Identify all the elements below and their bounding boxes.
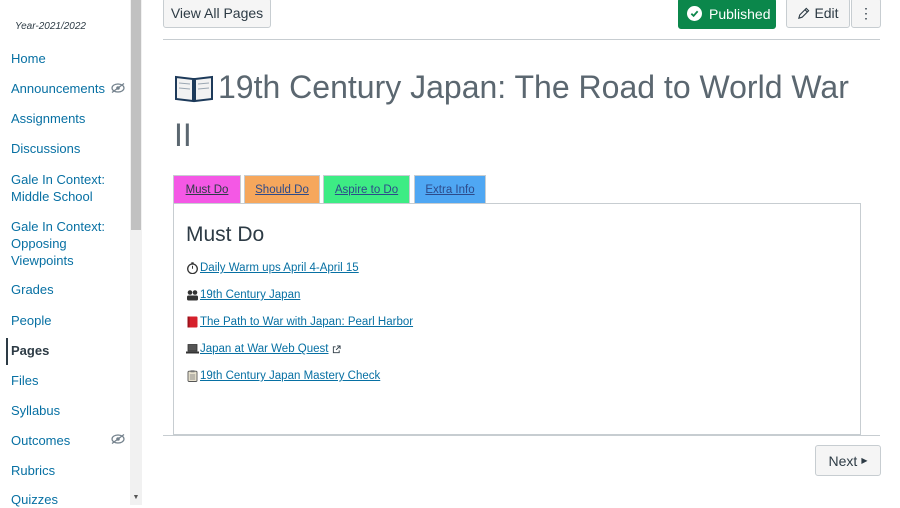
link-19th-century-japan[interactable]: 19th Century Japan <box>186 289 300 301</box>
nav-rubrics[interactable]: Rubrics <box>11 462 55 479</box>
scroll-down-arrow-icon[interactable]: ▼ <box>131 493 141 503</box>
checkmark-icon <box>687 6 702 21</box>
view-all-pages-button[interactable]: View All Pages <box>163 0 271 28</box>
link-text: 19th Century Japan Mastery Check <box>200 370 381 382</box>
nav-discussions[interactable]: Discussions <box>11 140 80 157</box>
red-book-icon <box>187 316 198 328</box>
open-book-icon <box>175 75 213 103</box>
pencil-icon <box>798 7 810 19</box>
tab-extra-info[interactable]: Extra Info <box>414 175 486 204</box>
nav-files[interactable]: Files <box>11 372 38 389</box>
page-title: 19th Century Japan: The Road to World Wa… <box>174 63 864 159</box>
nav-announcements[interactable]: Announcements <box>11 80 105 97</box>
stopwatch-icon <box>187 262 198 274</box>
link-path-to-war[interactable]: The Path to War with Japan: Pearl Harbor <box>186 316 413 328</box>
next-button[interactable]: Next ▶ <box>815 445 881 476</box>
nav-grades[interactable]: Grades <box>11 281 54 298</box>
footer-divider <box>163 435 880 436</box>
nav-home[interactable]: Home <box>11 50 46 67</box>
hidden-eye-icon <box>111 434 125 444</box>
group-icon <box>187 290 198 301</box>
edit-label: Edit <box>814 5 839 21</box>
laptop-icon <box>186 344 199 354</box>
nav-assignments[interactable]: Assignments <box>11 110 85 127</box>
edit-button[interactable]: Edit <box>786 0 850 28</box>
external-link-icon <box>333 344 342 353</box>
must-do-panel: Must Do Daily Warm ups April 4-April 15 … <box>173 203 861 435</box>
header-divider <box>163 39 880 40</box>
nav-gale-middle-school[interactable]: Gale In Context: Middle School <box>11 171 116 205</box>
page-title-text: 19th Century Japan: The Road to World Wa… <box>174 69 849 153</box>
nav-syllabus[interactable]: Syllabus <box>11 402 60 419</box>
panel-heading: Must Do <box>186 223 265 246</box>
link-mastery-check[interactable]: 19th Century Japan Mastery Check <box>186 370 380 382</box>
nav-quizzes[interactable]: Quizzes <box>11 491 58 508</box>
tab-should-do[interactable]: Should Do <box>244 175 320 204</box>
link-text: The Path to War with Japan: Pearl Harbor <box>200 316 414 328</box>
nav-pages[interactable]: Pages <box>11 342 49 359</box>
tab-must-do[interactable]: Must Do <box>173 175 241 204</box>
link-text: Daily Warm ups April 4-April 15 <box>200 262 359 274</box>
more-options-button[interactable]: ⋮ <box>851 0 881 28</box>
tab-aspire-to-do[interactable]: Aspire to Do <box>323 175 410 204</box>
nav-gale-opposing-viewpoints[interactable]: Gale In Context: Opposing Viewpoints <box>11 218 116 269</box>
link-japan-web-quest[interactable]: Japan at War Web Quest <box>186 343 342 355</box>
link-text: 19th Century Japan <box>200 289 301 301</box>
sidebar-scrollbar-thumb[interactable] <box>131 0 141 230</box>
hidden-eye-icon <box>111 83 125 93</box>
active-indicator <box>6 338 8 365</box>
course-year-label: Year-2021/2022 <box>15 21 86 32</box>
published-button[interactable]: Published <box>678 0 776 29</box>
link-text: Japan at War Web Quest <box>200 343 329 355</box>
next-label: Next <box>828 452 858 469</box>
link-daily-warm-ups[interactable]: Daily Warm ups April 4-April 15 <box>186 262 359 274</box>
clipboard-icon <box>187 370 198 382</box>
course-navigation: Year-2021/2022 Home Announcements Assign… <box>0 0 145 508</box>
nav-people[interactable]: People <box>11 312 51 329</box>
published-label: Published <box>709 5 771 22</box>
nav-outcomes[interactable]: Outcomes <box>11 432 70 449</box>
caret-right-icon: ▶ <box>861 456 868 465</box>
